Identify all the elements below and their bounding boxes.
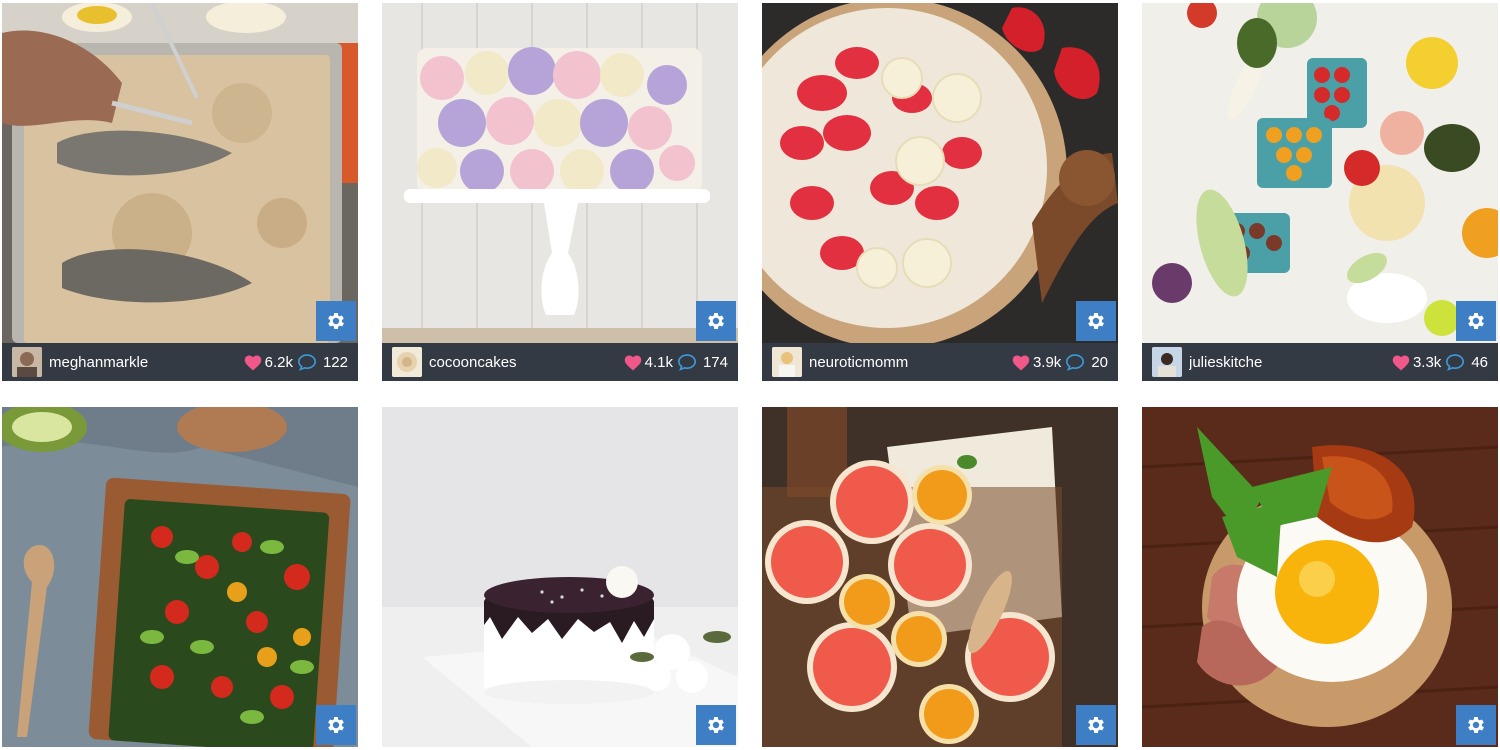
comments-count: 122 [322, 353, 348, 371]
comment-bubble-icon [297, 353, 317, 371]
photo-card[interactable]: julieskitche 3.3k 46 [1142, 3, 1498, 381]
photo-info-bar: cocooncakes 4.1k 174 [382, 343, 738, 381]
settings-button[interactable] [1076, 705, 1116, 745]
photo-salad-board[interactable] [2, 407, 358, 747]
photo-salt-baked-fish[interactable] [2, 3, 358, 343]
photo-grapefruit[interactable] [762, 407, 1118, 747]
gear-icon [1085, 310, 1107, 332]
settings-button[interactable] [1456, 301, 1496, 341]
comments-count: 20 [1091, 353, 1108, 371]
post-stats: 6.2k 122 [244, 353, 348, 371]
settings-button[interactable] [316, 301, 356, 341]
gear-icon [1085, 714, 1107, 736]
post-stats: 3.3k 46 [1392, 353, 1488, 371]
comment-bubble-icon [1445, 353, 1465, 371]
username-link[interactable]: julieskitche [1189, 354, 1392, 371]
settings-button[interactable] [696, 705, 736, 745]
photo-image [382, 407, 738, 747]
photo-image [2, 407, 358, 747]
photo-card[interactable]: neuroticmomm 3.9k 20 [762, 3, 1118, 381]
likes-count: 3.3k [1412, 353, 1442, 371]
photo-info-bar: neuroticmomm 3.9k 20 [762, 343, 1118, 381]
photo-card[interactable] [1142, 407, 1498, 747]
username-link[interactable]: meghanmarkle [49, 354, 244, 371]
avatar[interactable] [12, 347, 42, 377]
post-stats: 3.9k 20 [1012, 353, 1108, 371]
photo-card[interactable]: cocooncakes 4.1k 174 [382, 3, 738, 381]
photo-card[interactable] [762, 407, 1118, 747]
comment-bubble-icon [1065, 353, 1085, 371]
photo-rose-cake[interactable] [382, 3, 738, 343]
avatar[interactable] [1152, 347, 1182, 377]
heart-icon [1392, 354, 1410, 371]
photo-info-bar: julieskitche 3.3k 46 [1142, 343, 1498, 381]
photo-card[interactable] [382, 407, 738, 747]
post-stats: 4.1k 174 [624, 353, 728, 371]
likes-count: 3.9k [1032, 353, 1062, 371]
comment-bubble-icon [677, 353, 697, 371]
gear-icon [325, 310, 347, 332]
username-link[interactable]: neuroticmomm [809, 354, 1012, 371]
gear-icon [705, 714, 727, 736]
photo-strawberry-bowl[interactable] [762, 3, 1118, 343]
gear-icon [1465, 310, 1487, 332]
photo-vegetables[interactable] [1142, 3, 1498, 343]
photo-image [382, 3, 738, 343]
photo-image [762, 3, 1118, 343]
photo-image [2, 3, 358, 343]
photo-image [1142, 3, 1498, 343]
photo-card[interactable] [2, 407, 358, 747]
photo-grid: meghanmarkle 6.2k 122 cocooncakes 4.1k 1… [0, 0, 1500, 750]
heart-icon [244, 354, 262, 371]
gear-icon [325, 714, 347, 736]
settings-button[interactable] [1076, 301, 1116, 341]
photo-card[interactable]: meghanmarkle 6.2k 122 [2, 3, 358, 381]
avatar[interactable] [772, 347, 802, 377]
settings-button[interactable] [696, 301, 736, 341]
photo-chocolate-cake[interactable] [382, 407, 738, 747]
photo-image [762, 407, 1118, 747]
comments-count: 174 [702, 353, 728, 371]
photo-image [1142, 407, 1498, 747]
comments-count: 46 [1471, 353, 1488, 371]
heart-icon [624, 354, 642, 371]
gear-icon [705, 310, 727, 332]
username-link[interactable]: cocooncakes [429, 354, 624, 371]
heart-icon [1012, 354, 1030, 371]
likes-count: 6.2k [264, 353, 293, 371]
settings-button[interactable] [1456, 705, 1496, 745]
likes-count: 4.1k [644, 353, 673, 371]
photo-egg-toast[interactable] [1142, 407, 1498, 747]
gear-icon [1465, 714, 1487, 736]
settings-button[interactable] [316, 705, 356, 745]
avatar[interactable] [392, 347, 422, 377]
photo-info-bar: meghanmarkle 6.2k 122 [2, 343, 358, 381]
